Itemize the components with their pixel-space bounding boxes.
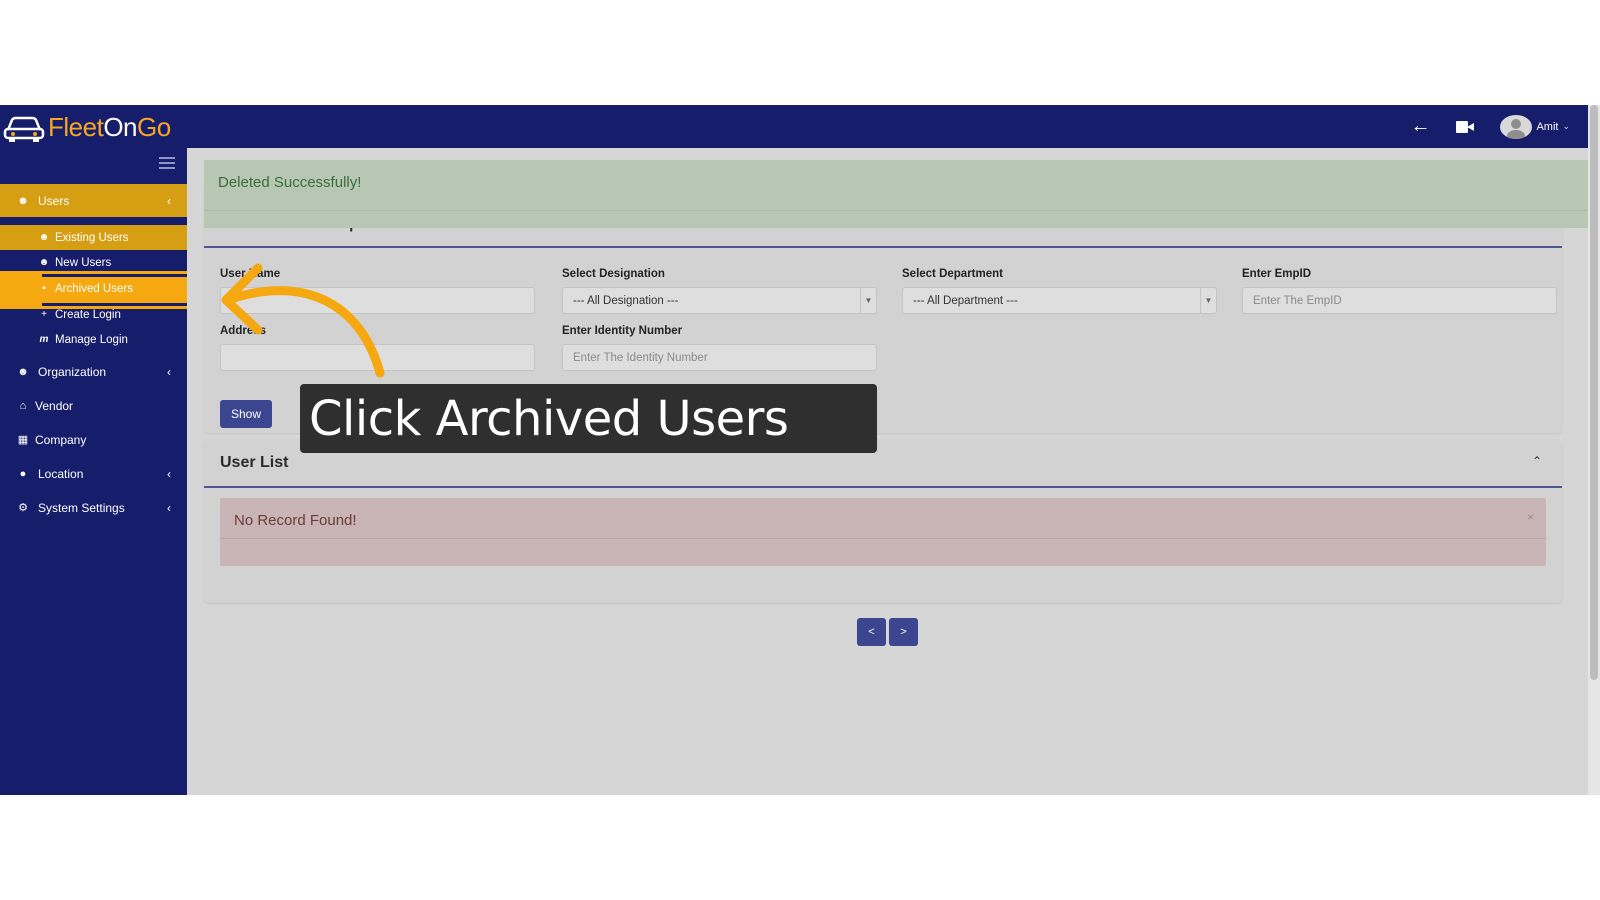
sidebar-subitem-label: Create Login	[55, 308, 121, 321]
user-list-divider	[204, 486, 1562, 488]
pagination-next-button[interactable]: >	[889, 618, 918, 646]
search-card-divider	[204, 246, 1562, 248]
department-label: Select Department	[902, 268, 1003, 280]
user-name-input[interactable]	[220, 287, 535, 314]
sidebar-subitem-create-login[interactable]: + Create Login	[0, 302, 187, 327]
sidebar-subitem-label: Archived Users	[55, 282, 133, 295]
sidebar: ☻ Users ‹ ☻ Existing Users ☻ New Users ▪…	[0, 148, 195, 795]
success-alert-text: Deleted Successfully!	[218, 174, 362, 191]
show-button[interactable]: Show	[220, 400, 272, 428]
no-record-alert: No Record Found! ×	[220, 498, 1546, 566]
user-icon: ☻	[17, 365, 29, 378]
app-logo[interactable]: FleetOnGo	[2, 109, 171, 145]
manage-icon: m	[39, 334, 49, 345]
user-list-card: User List ⌃ No Record Found! ×	[204, 440, 1562, 603]
home-icon: ⌂	[19, 399, 27, 412]
scrollbar-thumb[interactable]	[1590, 105, 1598, 680]
no-record-text: No Record Found!	[234, 512, 357, 529]
arrow-left-icon[interactable]: ←	[1410, 115, 1430, 138]
sidebar-subitem-label: Existing Users	[55, 231, 129, 244]
sidebar-item-company[interactable]: ▦ Company	[0, 423, 187, 456]
sidebar-subitem-label: New Users	[55, 256, 112, 269]
sidebar-subitem-existing-users[interactable]: ☻ Existing Users	[0, 225, 187, 250]
plus-icon: +	[41, 309, 47, 320]
map-pin-icon: ●	[19, 467, 27, 480]
empid-input[interactable]: Enter The EmpID	[1242, 287, 1557, 314]
chevron-left-icon: ‹	[167, 364, 171, 379]
user-icon: ☻	[38, 257, 50, 268]
user-icon: ☻	[17, 194, 29, 207]
user-menu[interactable]: Amit ⌄	[1500, 114, 1570, 139]
sidebar-item-label: Location	[38, 466, 84, 481]
department-select[interactable]: --- All Department --- ▼	[902, 287, 1217, 314]
user-list-title: User List	[220, 454, 289, 471]
logo-text: FleetOnGo	[48, 111, 171, 142]
chevron-left-icon: ‹	[167, 466, 171, 481]
hamburger-icon[interactable]	[159, 157, 175, 169]
pagination-prev-button[interactable]: <	[857, 618, 886, 646]
building-icon: ▦	[17, 434, 29, 446]
identity-number-label: Enter Identity Number	[562, 325, 683, 337]
user-icon: ☻	[38, 232, 50, 243]
sidebar-subitem-manage-login[interactable]: m Manage Login	[0, 327, 187, 352]
user-avatar-icon	[1500, 114, 1533, 139]
sidebar-subitem-archived-users[interactable]: ▪ Archived Users	[0, 276, 187, 301]
designation-label: Select Designation	[562, 268, 665, 280]
car-logo-icon	[3, 116, 45, 142]
dropdown-arrow-icon: ▼	[1200, 288, 1216, 313]
empid-label: Enter EmpID	[1242, 268, 1312, 280]
archive-icon: ▪	[42, 283, 46, 294]
gear-icon: ⚙	[18, 502, 28, 514]
designation-select[interactable]: --- All Designation --- ▼	[562, 287, 877, 314]
sidebar-item-label: Users	[38, 193, 70, 208]
sidebar-item-location[interactable]: ● Location ‹	[0, 457, 187, 490]
sidebar-item-users[interactable]: ☻ Users ‹	[0, 184, 187, 217]
tutorial-callout: Click Archived Users	[300, 384, 877, 453]
chevron-left-icon: ‹	[167, 500, 171, 515]
sidebar-item-label: System Settings	[38, 500, 125, 515]
sidebar-item-system-settings[interactable]: ⚙ System Settings ‹	[0, 491, 187, 524]
chevron-left-icon: ‹	[167, 193, 171, 208]
sidebar-item-label: Company	[35, 432, 87, 447]
sidebar-item-label: Vendor	[35, 398, 74, 413]
vertical-scrollbar[interactable]	[1588, 105, 1600, 795]
video-camera-icon[interactable]	[1456, 120, 1475, 133]
top-navbar: FleetOnGo ← Amit ⌄	[0, 105, 1588, 148]
sidebar-subitem-label: Manage Login	[55, 333, 128, 346]
sidebar-item-label: Organization	[38, 364, 107, 379]
user-name: Amit	[1536, 120, 1559, 133]
address-label: Address	[220, 325, 267, 337]
close-icon[interactable]: ×	[1527, 510, 1534, 524]
chevron-down-icon: ⌄	[1562, 121, 1570, 131]
chevron-up-icon[interactable]: ⌃	[1532, 454, 1542, 468]
sidebar-item-organization[interactable]: ☻ Organization ‹	[0, 355, 187, 388]
dropdown-arrow-icon: ▼	[860, 288, 876, 313]
success-alert: Deleted Successfully!	[204, 160, 1588, 228]
department-select-value: --- All Department ---	[913, 294, 1018, 307]
user-name-label: User Name	[220, 268, 281, 280]
top-right-actions: ← Amit ⌄	[1410, 105, 1570, 148]
main-content: Advance Search | Users List User Name Se…	[187, 148, 1588, 795]
identity-number-input[interactable]: Enter The Identity Number	[562, 344, 877, 371]
sidebar-item-vendor[interactable]: ⌂ Vendor	[0, 389, 187, 422]
designation-select-value: --- All Designation ---	[573, 294, 679, 307]
address-input[interactable]	[220, 344, 535, 371]
